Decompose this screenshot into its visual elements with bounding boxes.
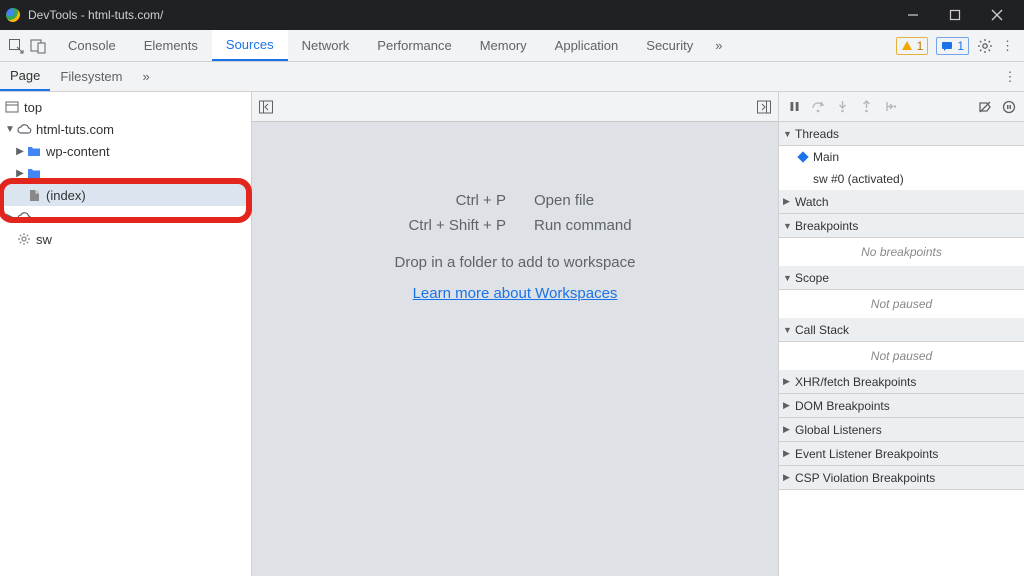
tree-file-index[interactable]: (index) bbox=[0, 184, 251, 206]
inspect-icon[interactable] bbox=[8, 38, 24, 54]
section-dom[interactable]: ▶DOM Breakpoints bbox=[779, 394, 1024, 418]
tree-sw[interactable]: sw bbox=[0, 228, 251, 250]
scope-empty: Not paused bbox=[779, 290, 1024, 318]
workspaces-link[interactable]: Learn more about Workspaces bbox=[413, 285, 618, 302]
kebab-menu-icon[interactable]: ⋮ bbox=[1001, 38, 1014, 54]
tree-top[interactable]: top bbox=[0, 96, 251, 118]
callstack-empty: Not paused bbox=[779, 342, 1024, 370]
step-out-button[interactable] bbox=[855, 96, 877, 118]
messages-badge[interactable]: 1 bbox=[936, 37, 969, 55]
chrome-logo-icon bbox=[6, 8, 20, 22]
tree-folder-wp-content[interactable]: ▶ wp-content bbox=[0, 140, 251, 162]
thread-main[interactable]: Main bbox=[779, 146, 1024, 168]
tab-performance[interactable]: Performance bbox=[363, 30, 465, 61]
breakpoints-empty: No breakpoints bbox=[779, 238, 1024, 266]
folder-icon bbox=[26, 143, 42, 159]
tree-top-label: top bbox=[24, 100, 42, 115]
window-titlebar: DevTools - html-tuts.com/ bbox=[0, 0, 1024, 30]
tab-sources[interactable]: Sources bbox=[212, 30, 288, 61]
tree-folder-hidden[interactable]: ▶ bbox=[0, 162, 251, 184]
section-scope[interactable]: ▼Scope bbox=[779, 266, 1024, 290]
section-event[interactable]: ▶Event Listener Breakpoints bbox=[779, 442, 1024, 466]
pause-on-exceptions-button[interactable] bbox=[998, 96, 1020, 118]
tab-security[interactable]: Security bbox=[632, 30, 707, 61]
file-tree-pane: top ▼ html-tuts.com ▶ wp-content ▶ (inde… bbox=[0, 92, 252, 576]
gear-icon bbox=[16, 231, 32, 247]
step-over-button[interactable] bbox=[807, 96, 829, 118]
tree-sw-label: sw bbox=[36, 232, 52, 247]
deactivate-breakpoints-button[interactable] bbox=[974, 96, 996, 118]
window-icon bbox=[4, 99, 20, 115]
thread-sw[interactable]: sw #0 (activated) bbox=[779, 168, 1024, 190]
maximize-button[interactable] bbox=[934, 0, 976, 30]
device-toolbar-icon[interactable] bbox=[30, 38, 46, 54]
chevron-right-icon: ▶ bbox=[14, 146, 26, 157]
active-thread-icon bbox=[797, 151, 808, 162]
pause-button[interactable] bbox=[783, 96, 805, 118]
window-title: DevTools - html-tuts.com/ bbox=[28, 8, 892, 22]
subtab-filesystem[interactable]: Filesystem bbox=[50, 62, 132, 91]
tree-domain[interactable]: ▼ html-tuts.com bbox=[0, 118, 251, 140]
tab-network[interactable]: Network bbox=[288, 30, 364, 61]
section-breakpoints[interactable]: ▼Breakpoints bbox=[779, 214, 1024, 238]
tab-elements[interactable]: Elements bbox=[130, 30, 212, 61]
shortcut-open-file: Ctrl + P Open file bbox=[346, 192, 684, 209]
section-xhr[interactable]: ▶XHR/fetch Breakpoints bbox=[779, 370, 1024, 394]
folder-icon bbox=[26, 165, 42, 181]
editor-toolbar bbox=[252, 92, 778, 122]
cloud-icon bbox=[16, 121, 32, 137]
tab-application[interactable]: Application bbox=[541, 30, 633, 61]
minimize-button[interactable] bbox=[892, 0, 934, 30]
debugger-pane: ▼Threads Main sw #0 (activated) ▶Watch ▼… bbox=[778, 92, 1024, 576]
step-button[interactable] bbox=[879, 96, 901, 118]
tree-file-label: (index) bbox=[46, 188, 86, 203]
tabs-overflow-icon[interactable]: » bbox=[707, 30, 730, 61]
section-callstack[interactable]: ▼Call Stack bbox=[779, 318, 1024, 342]
settings-gear-icon[interactable] bbox=[977, 38, 993, 54]
subtab-page[interactable]: Page bbox=[0, 62, 50, 91]
tree-folder-label: wp-content bbox=[46, 144, 110, 159]
devtools-main-tabs: Console Elements Sources Network Perform… bbox=[0, 30, 1024, 62]
debugger-toolbar bbox=[779, 92, 1024, 122]
chevron-down-icon: ▼ bbox=[4, 124, 16, 135]
drop-hint-text: Drop in a folder to add to workspace bbox=[395, 254, 636, 271]
tree-domain-label: html-tuts.com bbox=[36, 122, 114, 137]
section-csp[interactable]: ▶CSP Violation Breakpoints bbox=[779, 466, 1024, 490]
sidebar-toggle-left-icon[interactable] bbox=[258, 99, 274, 115]
file-icon bbox=[26, 187, 42, 203]
chevron-right-icon: ▶ bbox=[4, 212, 16, 223]
section-global[interactable]: ▶Global Listeners bbox=[779, 418, 1024, 442]
section-watch[interactable]: ▶Watch bbox=[779, 190, 1024, 214]
chevron-right-icon: ▶ bbox=[14, 168, 26, 179]
sources-subtabs: Page Filesystem » ⋮ bbox=[0, 62, 1024, 92]
cloud-icon bbox=[16, 209, 32, 225]
subtabs-overflow-icon[interactable]: » bbox=[133, 62, 160, 91]
editor-pane: Ctrl + P Open file Ctrl + Shift + P Run … bbox=[252, 92, 778, 576]
tree-webpack[interactable]: ▶ bbox=[0, 206, 251, 228]
tab-console[interactable]: Console bbox=[54, 30, 130, 61]
tab-memory[interactable]: Memory bbox=[466, 30, 541, 61]
shortcut-run-command: Ctrl + Shift + P Run command bbox=[346, 217, 684, 234]
section-threads[interactable]: ▼Threads bbox=[779, 122, 1024, 146]
step-into-button[interactable] bbox=[831, 96, 853, 118]
warnings-badge[interactable]: 1 bbox=[896, 37, 929, 55]
subtabs-kebab-icon[interactable]: ⋮ bbox=[996, 62, 1024, 91]
close-button[interactable] bbox=[976, 0, 1018, 30]
sidebar-toggle-right-icon[interactable] bbox=[756, 99, 772, 115]
